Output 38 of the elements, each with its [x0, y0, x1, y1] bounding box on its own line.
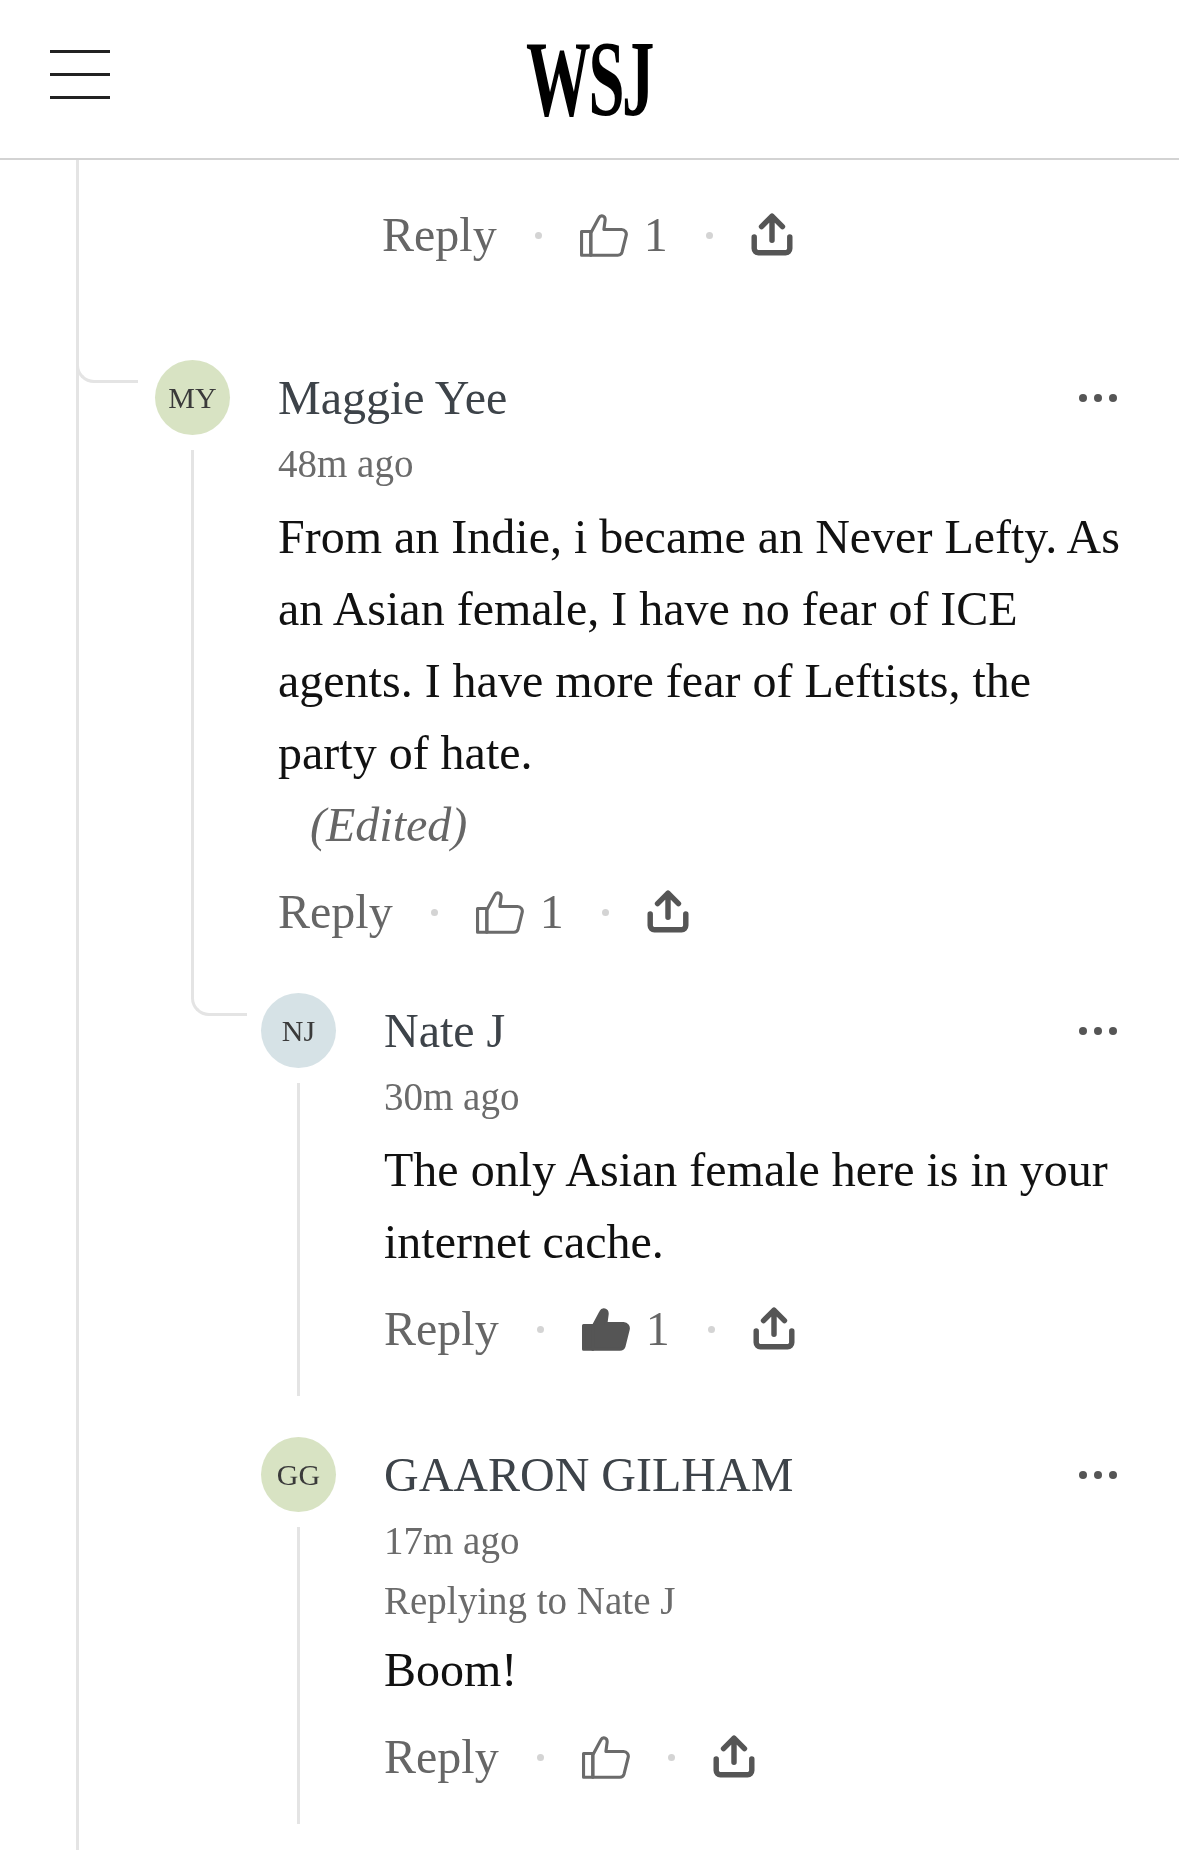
like-button[interactable]: 1 — [469, 882, 570, 942]
more-button[interactable] — [1079, 1470, 1117, 1479]
comment-time: 48m ago — [278, 441, 414, 488]
share-button[interactable] — [752, 1306, 795, 1352]
comment-text: Boom! — [384, 1642, 518, 1698]
menu-button[interactable] — [50, 50, 110, 99]
reply-button[interactable]: Reply — [382, 205, 497, 265]
share-icon — [646, 889, 689, 935]
commenter-name: GAARON GILHAM — [384, 1446, 794, 1503]
more-button[interactable] — [1079, 1026, 1117, 1035]
comment-time: 30m ago — [384, 1074, 520, 1121]
share-icon — [752, 1306, 795, 1352]
share-button[interactable] — [646, 889, 689, 935]
user-avatar[interactable]: NJ — [261, 993, 336, 1068]
share-button[interactable] — [712, 1734, 755, 1780]
comment-time: 17m ago — [384, 1518, 520, 1565]
share-icon — [712, 1734, 755, 1780]
comment-text: The only Asian female here is in your internet cache. — [384, 1142, 1109, 1270]
like-button[interactable]: 1 — [573, 205, 674, 265]
reply-button[interactable]: Reply — [278, 882, 393, 942]
more-icon — [1079, 1470, 1117, 1479]
like-button[interactable]: 1 — [575, 1299, 676, 1359]
more-icon — [1079, 1026, 1117, 1035]
edited-label: (Edited) — [310, 797, 468, 854]
reply-button[interactable]: Reply — [384, 1727, 499, 1787]
commenter-name: Nate J — [384, 1002, 506, 1059]
more-button[interactable] — [1079, 393, 1117, 402]
menu-icon — [50, 50, 110, 99]
share-button[interactable] — [750, 212, 793, 258]
user-avatar[interactable]: GG — [261, 1437, 336, 1512]
commenter-name: Maggie Yee — [278, 369, 508, 426]
more-icon — [1079, 393, 1117, 402]
comment-text: From an Indie, i became an Never Lefty. As an Asian female, I have no fear of ICE agents. I have more fear of Leftists, the party of hate. — [278, 509, 1121, 781]
replying-to-label: Replying to Nate J — [384, 1578, 676, 1625]
user-avatar[interactable]: MY — [155, 360, 230, 435]
site-logo[interactable]: WSJ — [526, 25, 653, 133]
share-icon — [750, 212, 793, 258]
reply-button[interactable]: Reply — [384, 1299, 499, 1359]
